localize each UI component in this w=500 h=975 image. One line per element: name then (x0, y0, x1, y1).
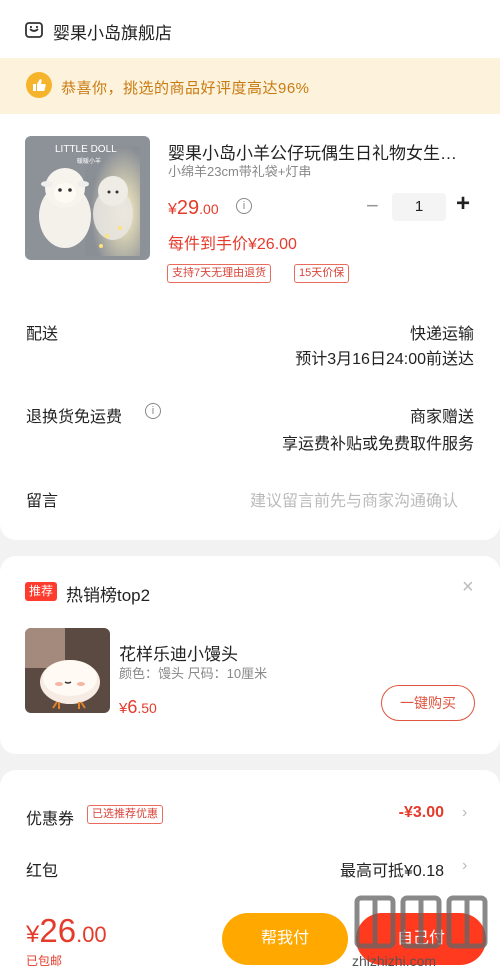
coupon-label: 优惠券 (26, 811, 75, 828)
product-image-brand: LITTLE DOLL (55, 144, 117, 155)
recommend-image[interactable] (25, 628, 110, 713)
quantity-minus-button[interactable]: − (366, 193, 379, 219)
coupon-value[interactable]: -¥3.00 (399, 804, 444, 822)
one-click-buy-button[interactable]: 一键购买 (381, 685, 475, 721)
price-info-icon[interactable]: i (236, 198, 252, 214)
help-pay-button[interactable]: 帮我付 (222, 913, 348, 965)
price-protect-tag: 15天价保 (294, 264, 350, 283)
shipping-status: 已包邮 (26, 954, 63, 968)
watermark-text: zhizhizhi.com (352, 953, 437, 969)
store-name[interactable]: 婴果小岛旗舰店 (53, 19, 172, 44)
close-icon[interactable]: × (462, 576, 474, 599)
recommend-price: ¥6.50 (119, 697, 157, 717)
returns-value: 商家赠送 (409, 409, 474, 426)
returns-info-icon[interactable]: i (145, 403, 161, 419)
discount-card (0, 770, 500, 910)
product-price: ¥29.00 (168, 197, 219, 219)
quantity-plus-button[interactable]: + (456, 190, 470, 218)
returns-desc: 享运费补贴或免费取件服务 (281, 436, 474, 453)
returns-label: 退换货免运费 (26, 409, 123, 426)
recommend-spec: 颜色：馒头 尺码：10厘米 (119, 666, 268, 681)
return-policy-tag: 支持7天无理由退货 (167, 264, 272, 283)
chevron-right-icon[interactable]: › (462, 857, 467, 875)
chevron-right-icon[interactable]: › (462, 804, 467, 822)
recommend-title: 热销榜top2 (66, 586, 151, 605)
product-image[interactable]: LITTLE DOLL 暖暖小羊 (25, 136, 150, 260)
product-spec[interactable]: 小绵羊23cm带礼袋+灯串 (168, 161, 311, 180)
quantity-input[interactable]: 1 (392, 193, 446, 221)
message-input[interactable]: 建议留言前先与商家沟通确认 (250, 487, 458, 511)
coupon-tag: 已选推荐优惠 (87, 805, 163, 824)
redpack-value[interactable]: 最高可抵¥0.18 (340, 857, 444, 881)
praise-text: 恭喜你，挑选的商品好评度高达96% (61, 80, 310, 97)
total-price: ¥26.00 (26, 912, 107, 949)
product-image-sub: 暖暖小羊 (77, 157, 101, 165)
redpack-label: 红包 (26, 863, 59, 880)
delivery-method: 快递运输 (409, 326, 474, 343)
delivery-eta: 预计3月16日24:00前送达 (295, 351, 474, 368)
thumbs-up-icon (26, 72, 52, 98)
each-price: 每件到手价¥26.00 (168, 236, 297, 253)
delivery-label: 配送 (26, 326, 59, 343)
recommend-name[interactable]: 花样乐迪小馒头 (119, 640, 238, 665)
message-label: 留言 (26, 493, 59, 510)
recommend-badge: 推荐 (25, 582, 58, 601)
store-icon (25, 22, 43, 38)
